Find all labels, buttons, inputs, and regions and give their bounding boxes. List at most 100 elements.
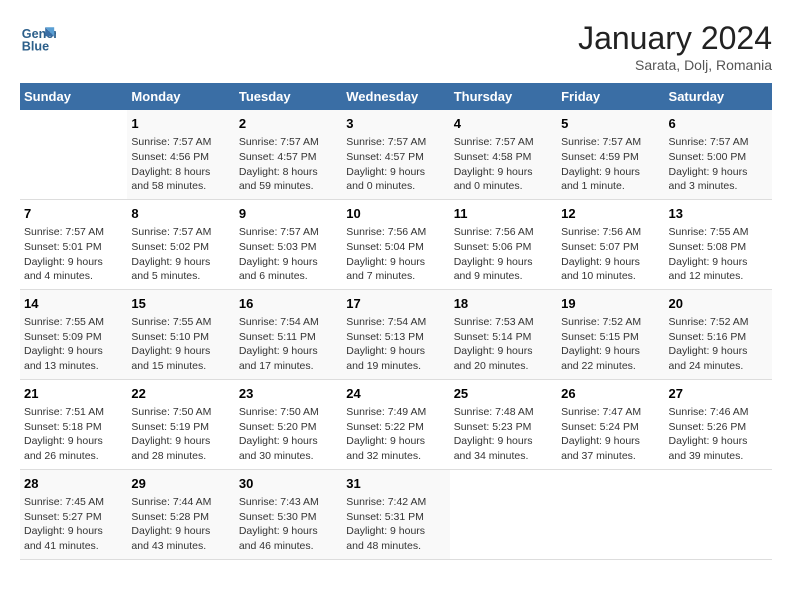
calendar-cell: 3 Sunrise: 7:57 AM Sunset: 4:57 PM Daylig… [342,110,449,199]
day-info: Sunrise: 7:45 AM Sunset: 5:27 PM Dayligh… [24,495,123,554]
day-info: Sunrise: 7:56 AM Sunset: 5:07 PM Dayligh… [561,225,660,284]
day-info: Sunrise: 7:54 AM Sunset: 5:13 PM Dayligh… [346,315,445,374]
day-number: 6 [669,115,768,133]
day-number: 9 [239,205,338,223]
day-number: 2 [239,115,338,133]
day-number: 28 [24,475,123,493]
day-number: 1 [131,115,230,133]
day-info: Sunrise: 7:55 AM Sunset: 5:08 PM Dayligh… [669,225,768,284]
day-info: Sunrise: 7:57 AM Sunset: 5:01 PM Dayligh… [24,225,123,284]
day-number: 7 [24,205,123,223]
calendar-cell: 10 Sunrise: 7:56 AM Sunset: 5:04 PM Dayli… [342,199,449,289]
calendar-cell: 19Sunrise: 7:52 AM Sunset: 5:15 PM Dayli… [557,289,664,379]
calendar-week-row: 14 Sunrise: 7:55 AM Sunset: 5:09 PM Dayli… [20,289,772,379]
day-info: Sunrise: 7:51 AM Sunset: 5:18 PM Dayligh… [24,405,123,464]
day-number: 21 [24,385,123,403]
day-number: 8 [131,205,230,223]
calendar-week-row: 28 Sunrise: 7:45 AM Sunset: 5:27 PM Dayli… [20,469,772,559]
calendar-cell: 7 Sunrise: 7:57 AM Sunset: 5:01 PM Daylig… [20,199,127,289]
day-number: 22 [131,385,230,403]
calendar-cell: 1 Sunrise: 7:57 AM Sunset: 4:56 PM Daylig… [127,110,234,199]
location-subtitle: Sarata, Dolj, Romania [578,57,772,73]
calendar-cell: 29Sunrise: 7:44 AM Sunset: 5:28 PM Dayli… [127,469,234,559]
day-info: Sunrise: 7:56 AM Sunset: 5:06 PM Dayligh… [454,225,553,284]
day-info: Sunrise: 7:44 AM Sunset: 5:28 PM Dayligh… [131,495,230,554]
calendar-cell: 20 Sunrise: 7:52 AM Sunset: 5:16 PM Dayli… [665,289,772,379]
day-number: 12 [561,205,660,223]
day-info: Sunrise: 7:57 AM Sunset: 4:56 PM Dayligh… [131,135,230,194]
calendar-cell [557,469,664,559]
col-header-wednesday: Wednesday [342,83,449,110]
day-info: Sunrise: 7:57 AM Sunset: 5:02 PM Dayligh… [131,225,230,284]
day-info: Sunrise: 7:48 AM Sunset: 5:23 PM Dayligh… [454,405,553,464]
calendar-cell: 27 Sunrise: 7:46 AM Sunset: 5:26 PM Dayli… [665,379,772,469]
calendar-header-row: SundayMondayTuesdayWednesdayThursdayFrid… [20,83,772,110]
col-header-monday: Monday [127,83,234,110]
calendar-cell: 6 Sunrise: 7:57 AM Sunset: 5:00 PM Daylig… [665,110,772,199]
day-number: 11 [454,205,553,223]
calendar-table: SundayMondayTuesdayWednesdayThursdayFrid… [20,83,772,560]
day-info: Sunrise: 7:57 AM Sunset: 5:00 PM Dayligh… [669,135,768,194]
calendar-cell: 5 Sunrise: 7:57 AM Sunset: 4:59 PM Daylig… [557,110,664,199]
svg-text:Blue: Blue [22,40,49,54]
day-info: Sunrise: 7:47 AM Sunset: 5:24 PM Dayligh… [561,405,660,464]
calendar-week-row: 21 Sunrise: 7:51 AM Sunset: 5:18 PM Dayli… [20,379,772,469]
calendar-cell: 16Sunrise: 7:54 AM Sunset: 5:11 PM Dayli… [235,289,342,379]
day-number: 17 [346,295,445,313]
day-number: 24 [346,385,445,403]
day-number: 23 [239,385,338,403]
col-header-sunday: Sunday [20,83,127,110]
calendar-week-row: 7 Sunrise: 7:57 AM Sunset: 5:01 PM Daylig… [20,199,772,289]
day-number: 15 [131,295,230,313]
day-info: Sunrise: 7:42 AM Sunset: 5:31 PM Dayligh… [346,495,445,554]
day-number: 3 [346,115,445,133]
day-number: 30 [239,475,338,493]
calendar-cell: 30 Sunrise: 7:43 AM Sunset: 5:30 PM Dayli… [235,469,342,559]
calendar-cell: 11 Sunrise: 7:56 AM Sunset: 5:06 PM Dayli… [450,199,557,289]
day-number: 10 [346,205,445,223]
day-number: 4 [454,115,553,133]
day-info: Sunrise: 7:50 AM Sunset: 5:20 PM Dayligh… [239,405,338,464]
day-number: 25 [454,385,553,403]
calendar-cell: 9 Sunrise: 7:57 AM Sunset: 5:03 PM Daylig… [235,199,342,289]
calendar-cell: 31 Sunrise: 7:42 AM Sunset: 5:31 PM Dayli… [342,469,449,559]
day-number: 18 [454,295,553,313]
day-number: 31 [346,475,445,493]
day-info: Sunrise: 7:49 AM Sunset: 5:22 PM Dayligh… [346,405,445,464]
day-info: Sunrise: 7:52 AM Sunset: 5:16 PM Dayligh… [669,315,768,374]
day-info: Sunrise: 7:54 AM Sunset: 5:11 PM Dayligh… [239,315,338,374]
calendar-cell: 28 Sunrise: 7:45 AM Sunset: 5:27 PM Dayli… [20,469,127,559]
day-info: Sunrise: 7:43 AM Sunset: 5:30 PM Dayligh… [239,495,338,554]
calendar-cell: 24 Sunrise: 7:49 AM Sunset: 5:22 PM Dayli… [342,379,449,469]
col-header-friday: Friday [557,83,664,110]
calendar-week-row: 1 Sunrise: 7:57 AM Sunset: 4:56 PM Daylig… [20,110,772,199]
day-info: Sunrise: 7:46 AM Sunset: 5:26 PM Dayligh… [669,405,768,464]
title-block: January 2024 Sarata, Dolj, Romania [578,20,772,73]
calendar-cell: 14 Sunrise: 7:55 AM Sunset: 5:09 PM Dayli… [20,289,127,379]
day-info: Sunrise: 7:56 AM Sunset: 5:04 PM Dayligh… [346,225,445,284]
col-header-saturday: Saturday [665,83,772,110]
calendar-cell: 22Sunrise: 7:50 AM Sunset: 5:19 PM Dayli… [127,379,234,469]
day-number: 26 [561,385,660,403]
calendar-cell: 17 Sunrise: 7:54 AM Sunset: 5:13 PM Dayli… [342,289,449,379]
day-number: 19 [561,295,660,313]
day-number: 14 [24,295,123,313]
day-number: 5 [561,115,660,133]
logo: General Blue [20,20,56,56]
calendar-cell: 21 Sunrise: 7:51 AM Sunset: 5:18 PM Dayli… [20,379,127,469]
calendar-cell: 23 Sunrise: 7:50 AM Sunset: 5:20 PM Dayli… [235,379,342,469]
day-info: Sunrise: 7:57 AM Sunset: 4:58 PM Dayligh… [454,135,553,194]
col-header-thursday: Thursday [450,83,557,110]
calendar-cell: 8 Sunrise: 7:57 AM Sunset: 5:02 PM Daylig… [127,199,234,289]
day-info: Sunrise: 7:57 AM Sunset: 5:03 PM Dayligh… [239,225,338,284]
day-info: Sunrise: 7:57 AM Sunset: 4:57 PM Dayligh… [239,135,338,194]
day-info: Sunrise: 7:57 AM Sunset: 4:57 PM Dayligh… [346,135,445,194]
day-info: Sunrise: 7:55 AM Sunset: 5:09 PM Dayligh… [24,315,123,374]
day-number: 20 [669,295,768,313]
day-number: 13 [669,205,768,223]
day-info: Sunrise: 7:57 AM Sunset: 4:59 PM Dayligh… [561,135,660,194]
col-header-tuesday: Tuesday [235,83,342,110]
day-number: 27 [669,385,768,403]
calendar-cell [450,469,557,559]
page-header: General Blue January 2024 Sarata, Dolj, … [20,20,772,73]
